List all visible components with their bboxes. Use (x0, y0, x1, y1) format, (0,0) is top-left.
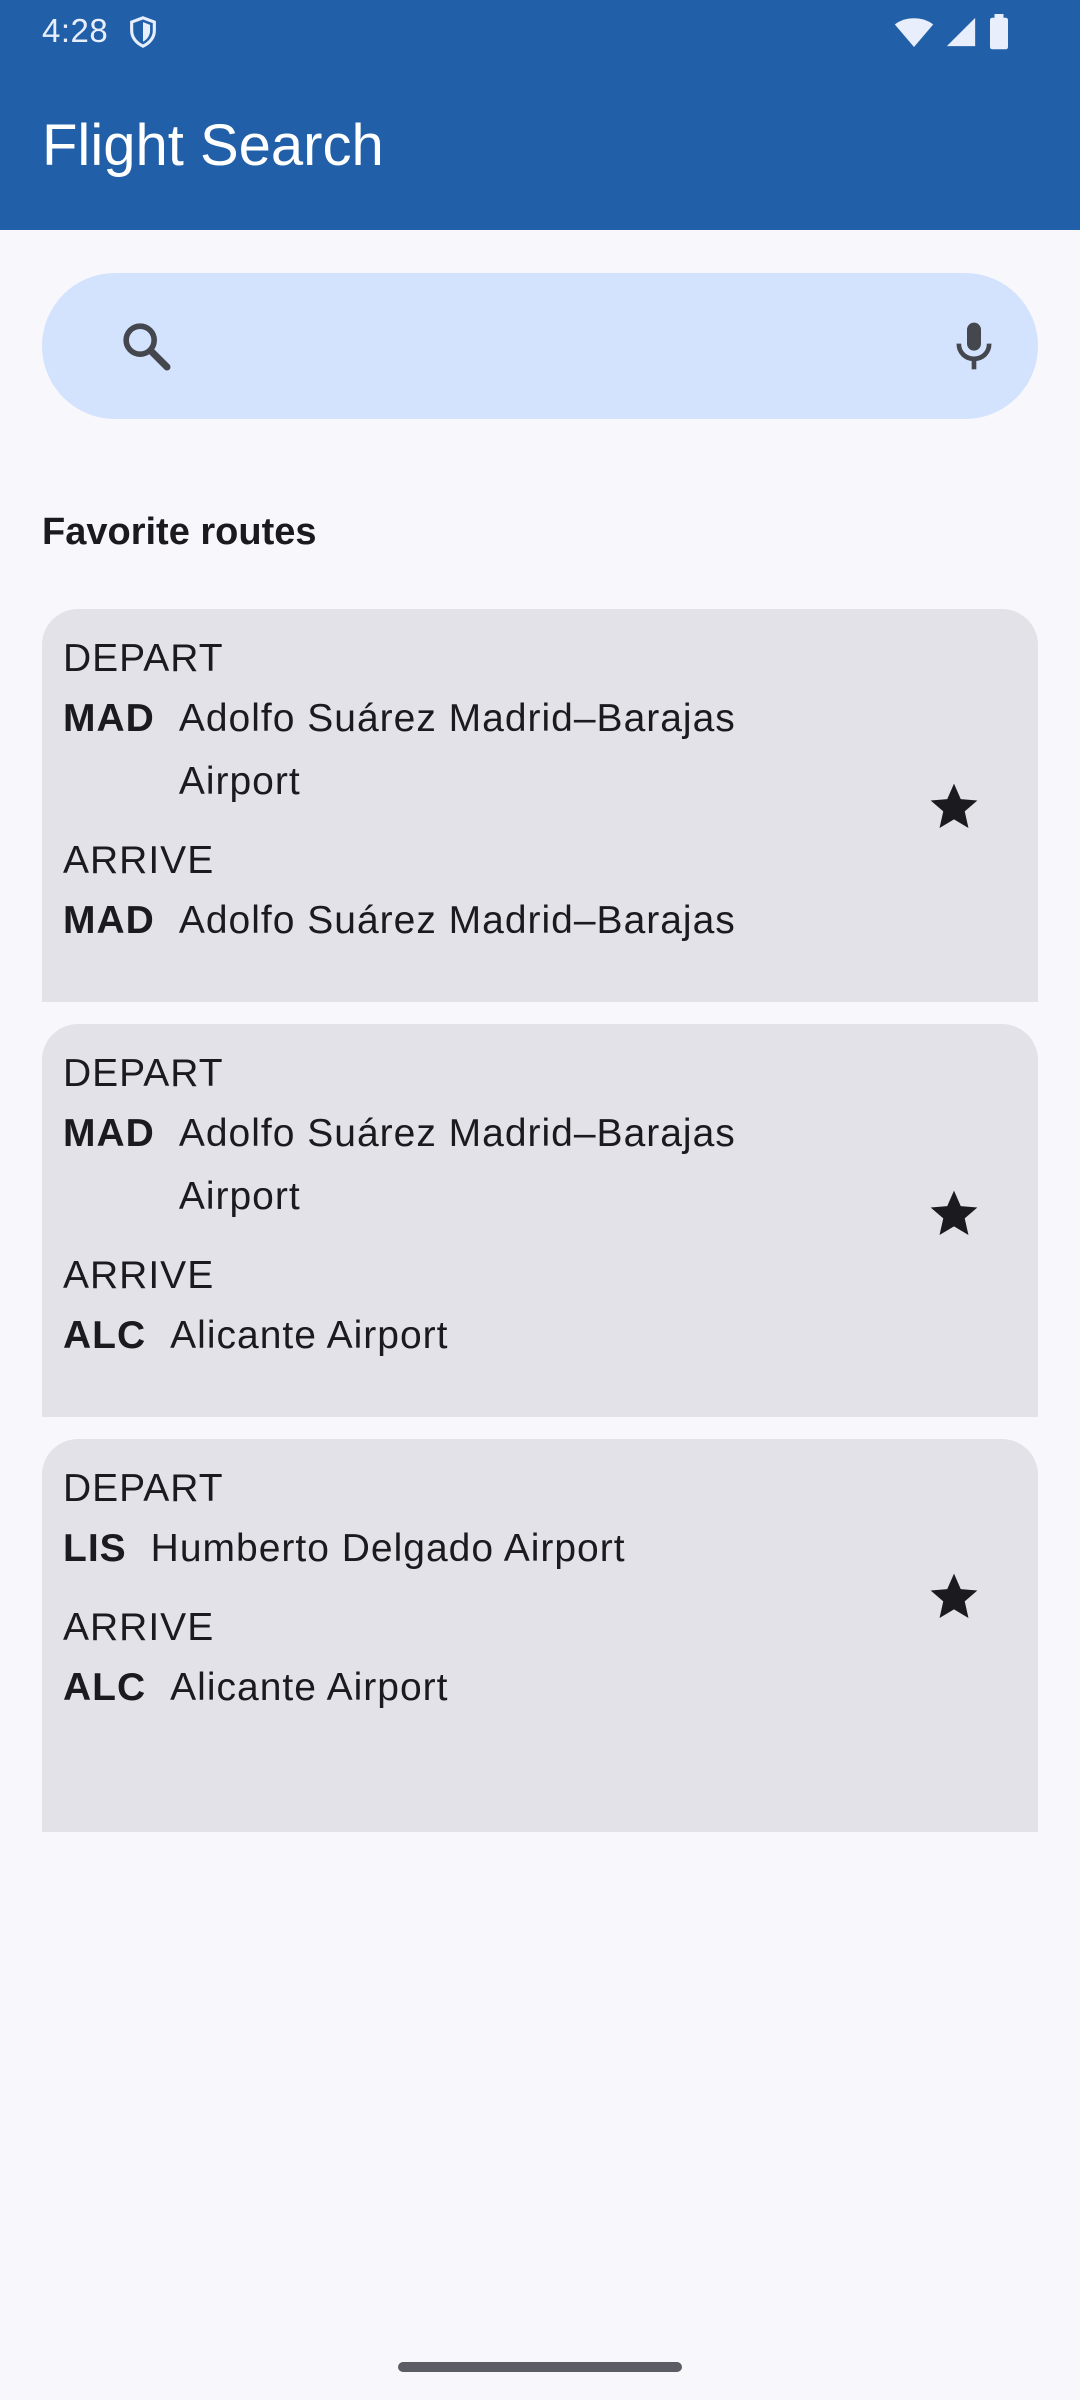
star-icon[interactable] (926, 779, 982, 835)
app-title: Flight Search (42, 113, 384, 178)
route-card[interactable]: DEPART MAD Adolfo Suárez Madrid–Barajas … (42, 1024, 1038, 1417)
search-bar[interactable] (42, 273, 1038, 419)
signal-icon (946, 17, 976, 47)
depart-label: DEPART (63, 1467, 224, 1510)
arrive-code: ALC (63, 1314, 147, 1357)
route-card[interactable]: DEPART MAD Adolfo Suárez Madrid–Barajas … (42, 609, 1038, 1002)
route-card[interactable]: DEPART LIS Humberto Delgado Airport ARRI… (42, 1439, 1038, 1832)
arrive-airport-name: Adolfo Suárez Madrid–Barajas (178, 899, 736, 942)
depart-airport-name: Adolfo Suárez Madrid–Barajas Airport (178, 1112, 736, 1218)
arrive-row: MAD Adolfo Suárez Madrid–Barajas (63, 889, 843, 952)
status-time: 4:28 (42, 12, 109, 49)
shield-icon (130, 16, 156, 48)
depart-code: LIS (63, 1527, 127, 1570)
depart-airport-name: Adolfo Suárez Madrid–Barajas Airport (178, 697, 736, 803)
home-indicator[interactable] (398, 2362, 682, 2372)
arrive-code: MAD (63, 899, 155, 942)
depart-code: MAD (63, 1112, 155, 1155)
arrive-label: ARRIVE (63, 1606, 215, 1649)
arrive-row: ALC Alicante Airport (63, 1304, 843, 1367)
search-input[interactable] (202, 273, 898, 419)
battery-icon (990, 14, 1008, 50)
mic-icon[interactable] (946, 318, 1002, 374)
status-icons (894, 14, 1010, 50)
star-icon[interactable] (926, 1186, 982, 1242)
top-app-bar: 4:28 Flight Search (0, 0, 1080, 230)
arrive-code: ALC (63, 1666, 147, 1709)
depart-code: MAD (63, 697, 155, 740)
depart-airport-name: Humberto Delgado Airport (150, 1527, 626, 1570)
arrive-row: ALC Alicante Airport (63, 1656, 843, 1719)
arrive-label: ARRIVE (63, 839, 215, 882)
arrive-label: ARRIVE (63, 1254, 215, 1297)
depart-row: MAD Adolfo Suárez Madrid–Barajas Airport (63, 687, 843, 813)
depart-row: MAD Adolfo Suárez Madrid–Barajas Airport (63, 1102, 843, 1228)
depart-row: LIS Humberto Delgado Airport (63, 1517, 843, 1580)
star-icon[interactable] (926, 1569, 982, 1625)
search-icon (123, 323, 171, 371)
depart-label: DEPART (63, 1052, 224, 1095)
section-title-favorites: Favorite routes (42, 511, 317, 553)
arrive-airport-name: Alicante Airport (170, 1314, 449, 1357)
depart-label: DEPART (63, 637, 224, 680)
arrive-airport-name: Alicante Airport (170, 1666, 449, 1709)
wifi-icon (894, 18, 934, 47)
